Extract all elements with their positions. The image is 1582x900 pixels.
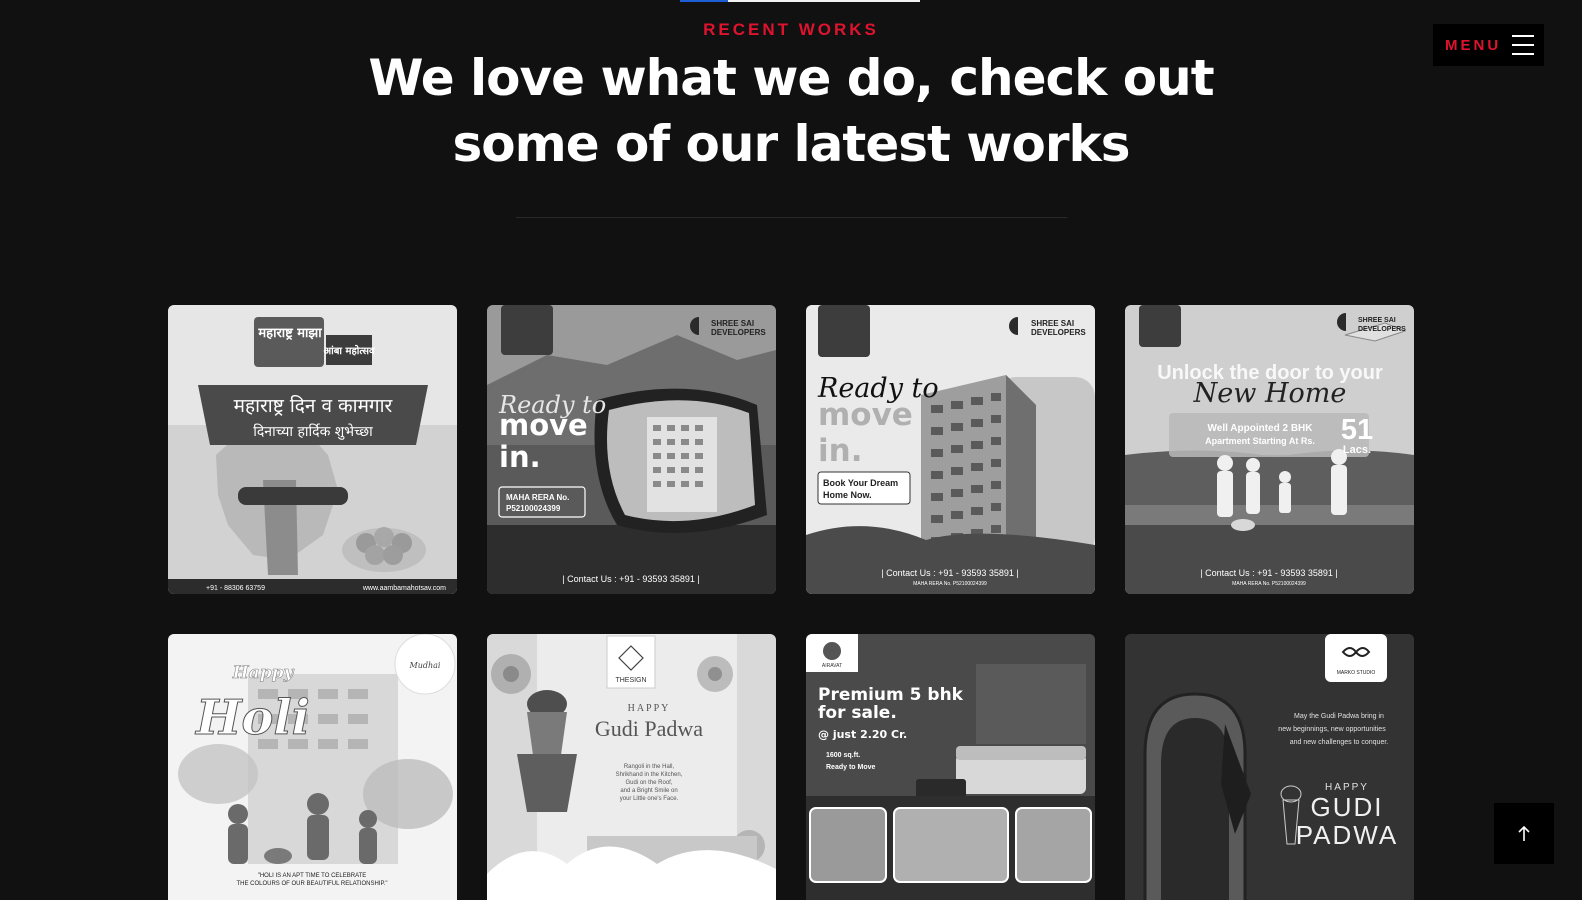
work-8-text-7: PADWA	[1296, 820, 1398, 850]
work-5-text-3: "HOLI IS AN APT TIME TO CELEBRATE	[258, 873, 367, 879]
work-6-text-2: HAPPY	[628, 703, 671, 714]
work-2-text-8: | Contact Us : +91 - 93593 35891 |	[562, 574, 700, 584]
portfolio-item-aamba-mahotsav[interactable]: महाराष्ट्र माझा आंबा महोत्सव महाराष्ट्र …	[168, 305, 457, 594]
work-2-text-1: SHREE SAI	[711, 319, 754, 328]
section-divider	[516, 217, 1067, 218]
work-4-text-4: New Home	[1193, 378, 1347, 409]
work-3-text-6: Book Your Dream	[823, 478, 898, 488]
work-4-text-2: DEVELOPERS	[1358, 326, 1406, 333]
work-8-text-4: and new challenges to conquer.	[1290, 739, 1389, 746]
work-1-text-6: www.aambamahotsav.com	[362, 585, 446, 592]
svg-text:Mudhai: Mudhai	[409, 661, 441, 670]
work-4-text-1: SHREE SAI	[1358, 317, 1396, 324]
work-3-text-1: SHREE SAI	[1031, 319, 1074, 328]
work-6-text-4: Rangoli in the Hall,	[624, 764, 675, 770]
work-6-text-7: and a Bright Smile on	[620, 788, 677, 794]
hamburger-icon	[1512, 35, 1534, 55]
work-2-text-2: DEVELOPERS	[711, 328, 766, 337]
work-8-text-3: new beginnings, new opportunities	[1278, 726, 1386, 733]
work-1-text-3: महाराष्ट्र दिन व कामगार	[234, 394, 394, 417]
work-4-text-5: Well Appointed 2 BHK	[1208, 423, 1314, 434]
section-title-line-2: some of our latest works	[452, 115, 1130, 173]
work-5-text-2: Holi	[194, 690, 310, 746]
work-4-text-9: | Contact Us : +91 - 93593 35891 |	[1200, 568, 1338, 578]
work-3-text-9: MAHA RERA No. P52100024399	[913, 581, 987, 587]
back-to-top-button[interactable]	[1494, 803, 1554, 864]
work-4-text-8: Lacs.	[1343, 444, 1371, 456]
work-2-text-5: in.	[499, 440, 541, 474]
work-7-text-4: @ just 2.20 Cr.	[818, 728, 907, 741]
portfolio-item-ready-to-move-mirror[interactable]: SHREE SAI DEVELOPERS Ready to move in. M…	[487, 305, 776, 594]
work-2-text-7: P52100024399	[506, 504, 561, 513]
work-6-text-6: Gudi on the Roof,	[625, 780, 672, 786]
work-8-text-1: MARKO STUDIO	[1337, 670, 1376, 676]
menu-button[interactable]: MENU	[1433, 24, 1544, 66]
portfolio-item-ready-to-move-building[interactable]: SHREE SAI DEVELOPERS Ready to move in. B…	[806, 305, 1095, 594]
work-6-text-5: Shrikhand in the Kitchen,	[616, 772, 683, 778]
work-7-text-3: for sale.	[818, 703, 897, 723]
work-7-text-6: Ready to Move	[826, 764, 876, 771]
work-8-text-2: May the Gudi Padwa bring in	[1294, 713, 1384, 720]
section-title-line-1: We love what we do, check out	[368, 49, 1214, 107]
work-1-text-1: महाराष्ट्र माझा	[257, 326, 322, 341]
portfolio-item-marko-gudi-padwa[interactable]: MARKO STUDIO May the Gudi Padwa bring in…	[1125, 634, 1414, 900]
work-4-text-10: MAHA RERA No. P52100024399	[1232, 581, 1306, 587]
work-4-text-6: Apartment Starting At Rs.	[1205, 436, 1315, 446]
work-1-text-5: +91 - 88306 63759	[206, 585, 265, 592]
work-3-text-5: in.	[818, 433, 862, 469]
portfolio-item-happy-holi[interactable]: Mudhai Happy Holi "HOLI IS AN APT TIME T…	[168, 634, 457, 900]
work-4-text-7: 51	[1341, 414, 1373, 446]
top-progress-accent	[680, 0, 728, 2]
section-eyebrow: RECENT WORKS	[703, 20, 879, 39]
portfolio-item-airavat-premium-5bhk[interactable]: AIRAVAT Premium 5 bhk for sale. @ just 2…	[806, 634, 1095, 900]
work-6-text-8: your Little one's Face.	[620, 796, 679, 802]
portfolio-item-new-home-family[interactable]: SHREE SAI DEVELOPERS Unlock the door to …	[1125, 305, 1414, 594]
work-2-text-4: move	[499, 408, 588, 442]
work-5-text-1: Happy	[232, 663, 295, 683]
work-2-text-6: MAHA RERA No.	[506, 493, 569, 502]
work-1-text-4: दिनाच्या हार्दिक शुभेच्छा	[253, 423, 373, 440]
work-6-text-1: THESIGN	[615, 677, 646, 684]
work-8-text-6: GUDI	[1311, 792, 1384, 822]
work-3-text-7: Home Now.	[823, 490, 872, 500]
top-progress-strip	[680, 0, 920, 2]
arrow-up-icon	[1518, 825, 1530, 841]
work-5-text-4: THE COLOURS OF OUR BEAUTIFUL RELATIONSHI…	[236, 881, 387, 887]
work-3-text-4: move	[818, 397, 913, 433]
menu-label: MENU	[1445, 36, 1502, 54]
work-7-text-2: Premium 5 bhk	[818, 685, 964, 705]
work-3-text-8: | Contact Us : +91 - 93593 35891 |	[881, 568, 1019, 578]
work-3-text-2: DEVELOPERS	[1031, 328, 1086, 337]
section-title: We love what we do, check out some of ou…	[341, 45, 1241, 177]
work-7-text-1: AIRAVAT	[822, 663, 842, 669]
portfolio-item-thesign-gudi-padwa[interactable]: THESIGN HAPPY Gudi Padwa Rangoli in the …	[487, 634, 776, 900]
work-7-text-5: 1600 sq.ft.	[826, 752, 860, 759]
work-1-text-2: आंबा महोत्सव	[323, 344, 375, 357]
page: RECENT WORKS We love what we do, check o…	[0, 0, 1582, 900]
work-6-text-3: Gudi Padwa	[595, 716, 703, 741]
